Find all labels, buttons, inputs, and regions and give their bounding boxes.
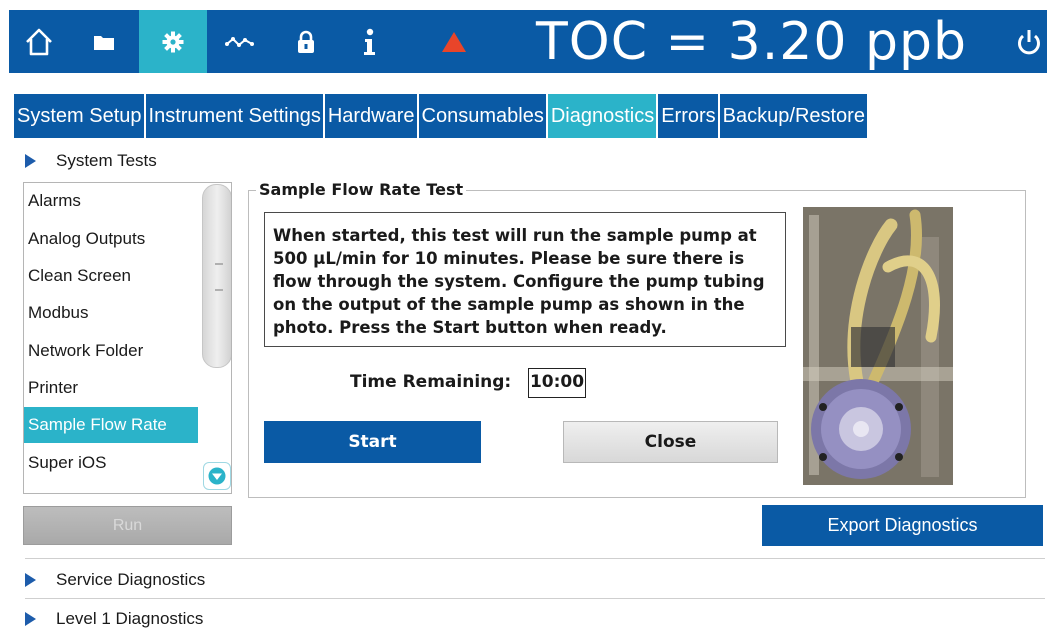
list-item-clean-screen[interactable]: Clean Screen (24, 258, 198, 294)
gear-icon (162, 31, 184, 52)
list-item-modbus[interactable]: Modbus (24, 295, 198, 331)
tab-system-setup[interactable]: System Setup (14, 94, 144, 138)
lock-icon (298, 30, 314, 53)
home-icon (26, 28, 52, 55)
tab-consumables[interactable]: Consumables (418, 94, 546, 138)
system-tests-header[interactable]: System Tests (25, 151, 157, 171)
scroll-down-button[interactable] (203, 462, 231, 490)
lock-button[interactable] (275, 10, 337, 73)
system-tests-label: System Tests (56, 151, 157, 170)
tab-instrument-settings[interactable]: Instrument Settings (145, 94, 323, 138)
tab-bar: System Setup Instrument Settings Hardwar… (14, 94, 867, 138)
scroll-thumb[interactable] (202, 184, 231, 368)
expand-arrow-icon (25, 154, 36, 168)
service-diagnostics-label: Service Diagnostics (56, 570, 206, 589)
info-button[interactable] (339, 10, 399, 73)
toc-readout: TOC = 3.20 ppb (536, 12, 967, 72)
divider (25, 598, 1045, 599)
time-remaining-label: Time Remaining: (350, 372, 512, 392)
time-remaining-value: 10:00 (528, 368, 586, 398)
export-diagnostics-button[interactable]: Export Diagnostics (762, 505, 1043, 546)
chevron-down-icon (208, 467, 226, 485)
info-icon (364, 28, 375, 55)
grip-icon (215, 263, 223, 291)
top-toolbar: TOC = 3.20 ppb (9, 10, 1047, 73)
trend-button[interactable] (209, 10, 271, 73)
expand-arrow-icon (25, 573, 36, 587)
tab-diagnostics[interactable]: Diagnostics (547, 94, 657, 138)
tab-hardware[interactable]: Hardware (324, 94, 417, 138)
level1-diagnostics-header[interactable]: Level 1 Diagnostics (25, 609, 203, 629)
list-item-super-ios[interactable]: Super iOS (24, 445, 198, 481)
list-item-network-folder[interactable]: Network Folder (24, 333, 198, 369)
power-button[interactable] (1011, 10, 1047, 73)
alarm-triangle-icon (442, 31, 466, 52)
pump-tubing-photo (803, 207, 953, 485)
list-item-alarms[interactable]: Alarms (24, 183, 198, 219)
list-item-analog-outputs[interactable]: Analog Outputs (24, 221, 198, 257)
folder-button[interactable] (73, 10, 135, 73)
trend-icon (225, 36, 254, 47)
service-diagnostics-header[interactable]: Service Diagnostics (25, 570, 205, 590)
tab-backup-restore[interactable]: Backup/Restore (719, 94, 867, 138)
settings-button[interactable] (139, 10, 207, 73)
level1-diagnostics-label: Level 1 Diagnostics (56, 609, 204, 628)
tab-errors[interactable]: Errors (658, 94, 718, 138)
power-icon (1018, 29, 1040, 54)
home-button[interactable] (9, 10, 69, 73)
test-title: Sample Flow Rate Test (256, 180, 467, 199)
test-list: Alarms Analog Outputs Clean Screen Modbu… (23, 182, 232, 494)
expand-arrow-icon (25, 612, 36, 626)
list-scrollbar[interactable] (200, 183, 231, 493)
list-item-printer[interactable]: Printer (24, 370, 198, 406)
divider (25, 558, 1045, 559)
run-button[interactable]: Run (23, 506, 232, 545)
instruction-text: When started, this test will run the sam… (264, 212, 786, 347)
start-button[interactable]: Start (264, 421, 481, 463)
alarm-button[interactable] (429, 10, 479, 73)
list-item-sample-flow-rate[interactable]: Sample Flow Rate (24, 407, 198, 443)
close-button[interactable]: Close (563, 421, 778, 463)
folder-icon (94, 35, 114, 50)
